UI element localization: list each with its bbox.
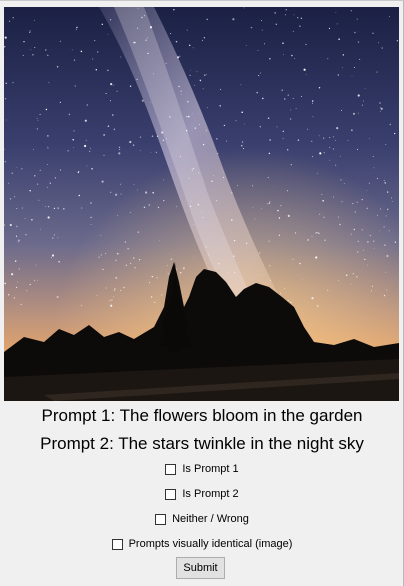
neither-wrong-checkbox[interactable] — [155, 513, 167, 525]
neither-wrong-option[interactable]: Neither / Wrong — [0, 513, 404, 525]
prompt-2-text: Prompt 2: The stars twinkle in the night… — [40, 434, 364, 453]
is-prompt-2-option[interactable]: Is Prompt 2 — [0, 488, 404, 500]
visually-identical-option[interactable]: Prompts visually identical (image) — [0, 538, 404, 550]
submit-button[interactable]: Submit — [176, 557, 225, 579]
labeling-window: Prompt 1: The flowers bloom in the garde… — [0, 0, 404, 586]
visually-identical-checkbox[interactable] — [111, 538, 123, 550]
is-prompt-2-label: Is Prompt 2 — [182, 488, 239, 500]
is-prompt-1-label: Is Prompt 1 — [182, 463, 239, 475]
neither-wrong-label: Neither / Wrong — [172, 513, 249, 525]
is-prompt-1-checkbox[interactable] — [165, 463, 177, 475]
prompt-1-text: Prompt 1: The flowers bloom in the garde… — [41, 406, 363, 425]
is-prompt-2-checkbox[interactable] — [165, 488, 177, 500]
is-prompt-1-option[interactable]: Is Prompt 1 — [0, 463, 404, 475]
visually-identical-label: Prompts visually identical (image) — [128, 538, 293, 550]
starry-sky-image — [4, 7, 399, 401]
